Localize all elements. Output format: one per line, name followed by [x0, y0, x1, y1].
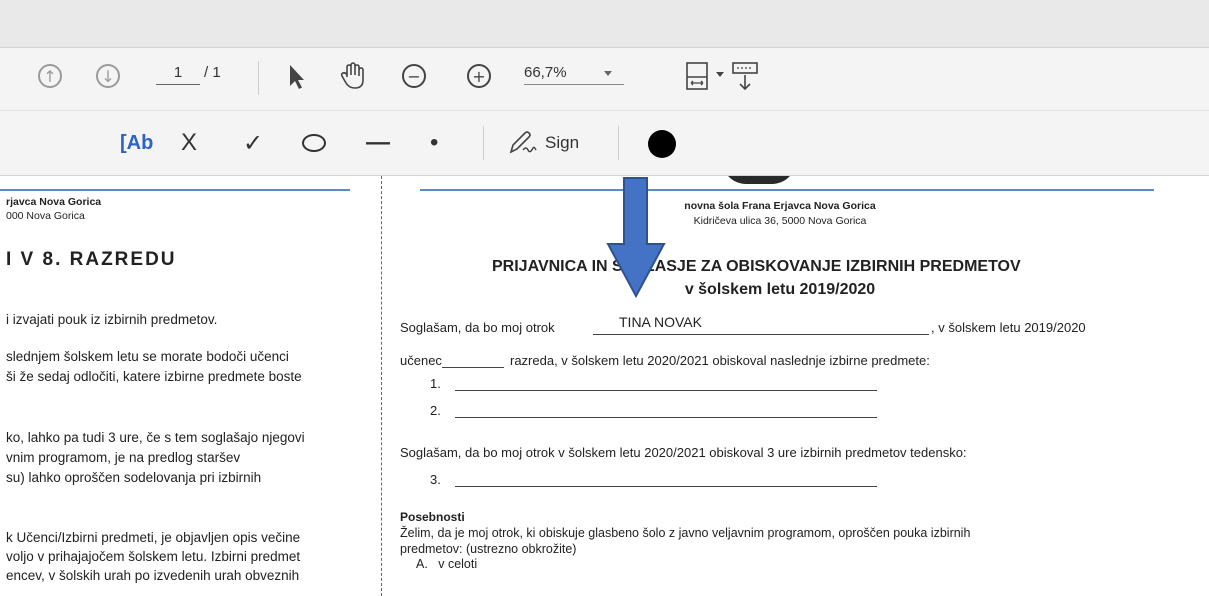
- minus-icon: −: [407, 66, 421, 86]
- page-total-label: / 1: [204, 64, 221, 81]
- page-separator: [381, 176, 382, 596]
- special-line: predmetov: (ustrezno obkrožite): [400, 542, 577, 556]
- hand-tool-button[interactable]: [338, 60, 368, 92]
- scroll-mode-button[interactable]: [730, 60, 760, 94]
- school-logo: [722, 176, 796, 184]
- left-line: encev, v šolskih urah po izvedenih urah …: [6, 568, 300, 583]
- check-mark-button[interactable]: ✓: [243, 127, 263, 159]
- next-page-button[interactable]: ↓: [96, 64, 120, 88]
- left-header-line: [0, 189, 350, 191]
- left-line: ko, lahko pa tudi 3 ure, če s tem soglaš…: [6, 430, 305, 445]
- left-line: k Učenci/Izbirni predmeti, je objavljen …: [6, 530, 301, 545]
- grade-field[interactable]: [442, 367, 504, 368]
- right-header-line: [420, 189, 1154, 191]
- left-line: slednjem šolskem letu se morate bodoči u…: [6, 349, 289, 364]
- fit-page-button[interactable]: [684, 60, 728, 94]
- zoom-in-button[interactable]: +: [467, 64, 491, 88]
- sign-button[interactable]: Sign: [507, 125, 579, 161]
- circle-button[interactable]: [302, 134, 326, 152]
- zoom-dropdown-icon[interactable]: [604, 71, 612, 76]
- left-heading: I V 8. RAZREDU: [6, 249, 177, 270]
- left-line: ši že sedaj odločiti, katere izbirne pre…: [6, 369, 302, 384]
- child-name-field[interactable]: TINA NOVAK: [593, 314, 929, 335]
- special-line: Želim, da je moj otrok, ki obiskuje glas…: [400, 526, 971, 540]
- line-button[interactable]: —: [366, 127, 390, 159]
- pen-sign-icon: [509, 131, 537, 154]
- option-a: A. v celoti: [416, 557, 478, 571]
- cross-mark-button[interactable]: X: [181, 127, 197, 159]
- item-number: 1.: [430, 376, 441, 391]
- add-text-button[interactable]: [Ab: [120, 129, 153, 157]
- fill-sign-toolbar: [Ab X ✓ — • Sign: [0, 111, 1209, 176]
- left-school-address: 000 Nova Gorica: [6, 210, 85, 222]
- left-line: i izvajati pouk iz izbirnih predmetov.: [6, 312, 218, 327]
- subject-field-3[interactable]: [455, 486, 877, 487]
- dot-button[interactable]: •: [430, 127, 438, 159]
- subject-field-2[interactable]: [455, 417, 877, 418]
- window-top-strip: [0, 0, 1209, 48]
- item-number: 2.: [430, 403, 441, 418]
- left-school-name: rjavca Nova Gorica: [6, 196, 102, 208]
- page-number-input[interactable]: 1: [156, 64, 200, 85]
- left-line: su) lahko oproščen sodelovanja pri izbir…: [6, 470, 262, 485]
- zoom-out-button[interactable]: −: [402, 64, 426, 88]
- grade-suffix: razreda, v šolskem letu 2020/2021 obisko…: [510, 353, 930, 368]
- arrow-up-icon: ↑: [43, 66, 57, 86]
- consent-prefix: Soglašam, da bo moj otrok: [400, 320, 555, 335]
- select-tool-button[interactable]: [286, 62, 308, 92]
- plus-icon: +: [472, 66, 486, 86]
- sign-label: Sign: [545, 133, 580, 152]
- arrow-down-icon: ↓: [101, 66, 115, 86]
- color-picker-button[interactable]: [648, 130, 676, 158]
- child-name-value: TINA NOVAK: [619, 314, 702, 330]
- item-number: 3.: [430, 472, 441, 487]
- fit-width-icon: [686, 62, 724, 90]
- consent-suffix: , v šolskem letu 2019/2020: [931, 320, 1086, 335]
- subject-field-1[interactable]: [455, 390, 877, 391]
- consent-three-hours: Soglašam, da bo moj otrok v šolskem letu…: [400, 445, 967, 460]
- toolbar-divider: [618, 126, 619, 160]
- toolbar-divider: [258, 61, 259, 95]
- toolbar-divider: [483, 126, 484, 160]
- form-title: PRIJAVNICA IN S LASJE ZA OBISKOVANJE IZB…: [492, 258, 1021, 275]
- grade-prefix: učenec: [400, 353, 442, 368]
- left-line: vnim programom, je na predlog staršev: [6, 450, 241, 465]
- cursor-icon: [290, 65, 304, 89]
- previous-page-button[interactable]: ↑: [38, 64, 62, 88]
- left-line: voljo v prihajajočem šolskem letu. Izbir…: [6, 549, 301, 564]
- hand-icon: [340, 62, 364, 89]
- annotation-arrow: [606, 177, 666, 299]
- keyboard-icon: [732, 62, 758, 91]
- special-heading: Posebnosti: [400, 510, 465, 524]
